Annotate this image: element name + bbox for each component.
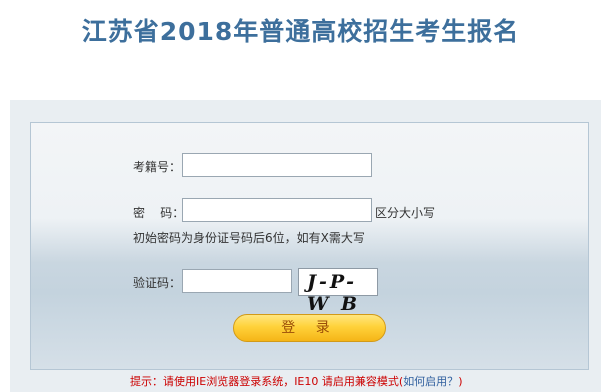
login-button[interactable]: 登 录	[233, 314, 386, 342]
tip-text: 提示：请使用IE浏览器登录系统，IE10 请启用兼容模式(	[130, 375, 404, 388]
captcha-text: J-P-W B	[307, 271, 361, 315]
captcha-label: 验证码：	[133, 276, 182, 290]
tip-suffix: )	[458, 375, 463, 388]
captcha-image[interactable]: J-P-W B	[298, 268, 378, 315]
page-title: 江苏省2018年普通高校招生考生报名	[81, 17, 520, 46]
exam-id-label: 考籍号：	[133, 160, 182, 174]
how-to-enable-link[interactable]: 如何启用？	[403, 375, 458, 388]
captcha-input[interactable]	[182, 269, 292, 293]
password-input[interactable]	[182, 198, 372, 222]
browser-tip: 提示：请使用IE浏览器登录系统，IE10 请启用兼容模式(如何启用？)	[130, 373, 462, 389]
password-hint: 初始密码为身份证号码后6位，如有X需大写	[133, 231, 365, 245]
exam-id-input[interactable]	[182, 153, 372, 177]
password-label: 密 码：	[133, 206, 185, 220]
case-sensitive-note: 区分大小写	[375, 206, 436, 220]
